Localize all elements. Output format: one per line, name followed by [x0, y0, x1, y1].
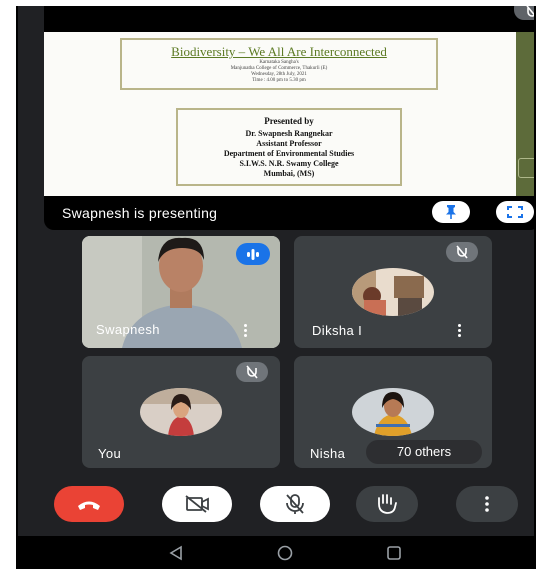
end-call-button[interactable] — [54, 486, 124, 522]
camera-toggle-button[interactable] — [162, 486, 232, 522]
fullscreen-icon — [507, 206, 523, 218]
mic-off-icon — [286, 494, 304, 514]
presenting-status: Swapnesh is presenting — [62, 205, 218, 221]
slide-nav-tab — [518, 158, 534, 178]
mic-toggle-button[interactable] — [260, 486, 330, 522]
participant-name: Swapnesh — [96, 322, 160, 337]
presenter-line: Mumbai, (MS) — [263, 169, 315, 178]
presenter-box: Presented by Dr. Swapnesh Rangnekar Assi… — [176, 108, 402, 186]
presentation-panel[interactable]: Biodiversity – We All Are Interconnected… — [44, 6, 534, 230]
pin-button[interactable] — [432, 201, 470, 223]
more-options-button[interactable] — [456, 486, 518, 522]
muted-indicator — [236, 362, 268, 382]
shared-slide: Biodiversity – We All Are Interconnected… — [44, 32, 516, 196]
muted-indicator — [446, 242, 478, 262]
others-count-label: 70 others — [396, 444, 452, 459]
presenter-line: Assistant Professor — [256, 139, 322, 148]
others-count-chip[interactable]: 70 others — [366, 440, 482, 464]
avatar — [352, 388, 434, 436]
speaking-indicator — [236, 243, 270, 265]
presenter-line: Dr. Swapnesh Rangnekar — [245, 129, 333, 138]
more-vert-icon — [485, 496, 489, 512]
system-nav-bar — [18, 536, 534, 569]
more-options-icon[interactable] — [458, 324, 462, 338]
recents-icon[interactable] — [386, 545, 402, 561]
presented-by-label: Presented by — [264, 116, 314, 126]
presenter-line: Department of Environmental Studies — [223, 149, 355, 158]
mic-off-icon — [514, 6, 534, 20]
home-icon[interactable] — [276, 544, 294, 562]
audio-level-icon — [247, 249, 259, 260]
participant-tile-swapnesh[interactable]: Swapnesh — [82, 236, 280, 348]
participant-name: You — [98, 446, 122, 461]
host-line: Time : 4.00 pm to 5.30 pm — [252, 78, 306, 83]
participant-name: Nisha — [310, 446, 346, 461]
participant-tile-diksha[interactable]: Diksha I — [294, 236, 492, 348]
meet-window: Biodiversity – We All Are Interconnected… — [16, 6, 536, 569]
raise-hand-button[interactable] — [356, 486, 418, 522]
avatar — [140, 388, 222, 436]
slide-title: Biodiversity – We All Are Interconnected — [171, 44, 387, 59]
participant-name: Diksha I — [312, 323, 363, 338]
fullscreen-button[interactable] — [496, 201, 534, 223]
pin-icon — [446, 205, 456, 219]
participant-tile-you[interactable]: You — [82, 356, 280, 468]
presenter-line: S.I.W.S. N.R. Swamy College — [239, 159, 339, 168]
phone-hangup-icon — [78, 501, 100, 510]
mic-off-icon — [246, 365, 258, 379]
avatar — [352, 268, 434, 316]
back-icon[interactable] — [168, 545, 184, 561]
more-options-icon[interactable] — [244, 324, 248, 338]
mic-off-icon — [456, 245, 468, 259]
slide-title-box: Biodiversity – We All Are Interconnected… — [120, 38, 438, 90]
participant-tile-nisha[interactable]: Nisha 70 others — [294, 356, 492, 468]
camera-off-icon — [185, 495, 209, 513]
hand-icon — [378, 494, 397, 514]
